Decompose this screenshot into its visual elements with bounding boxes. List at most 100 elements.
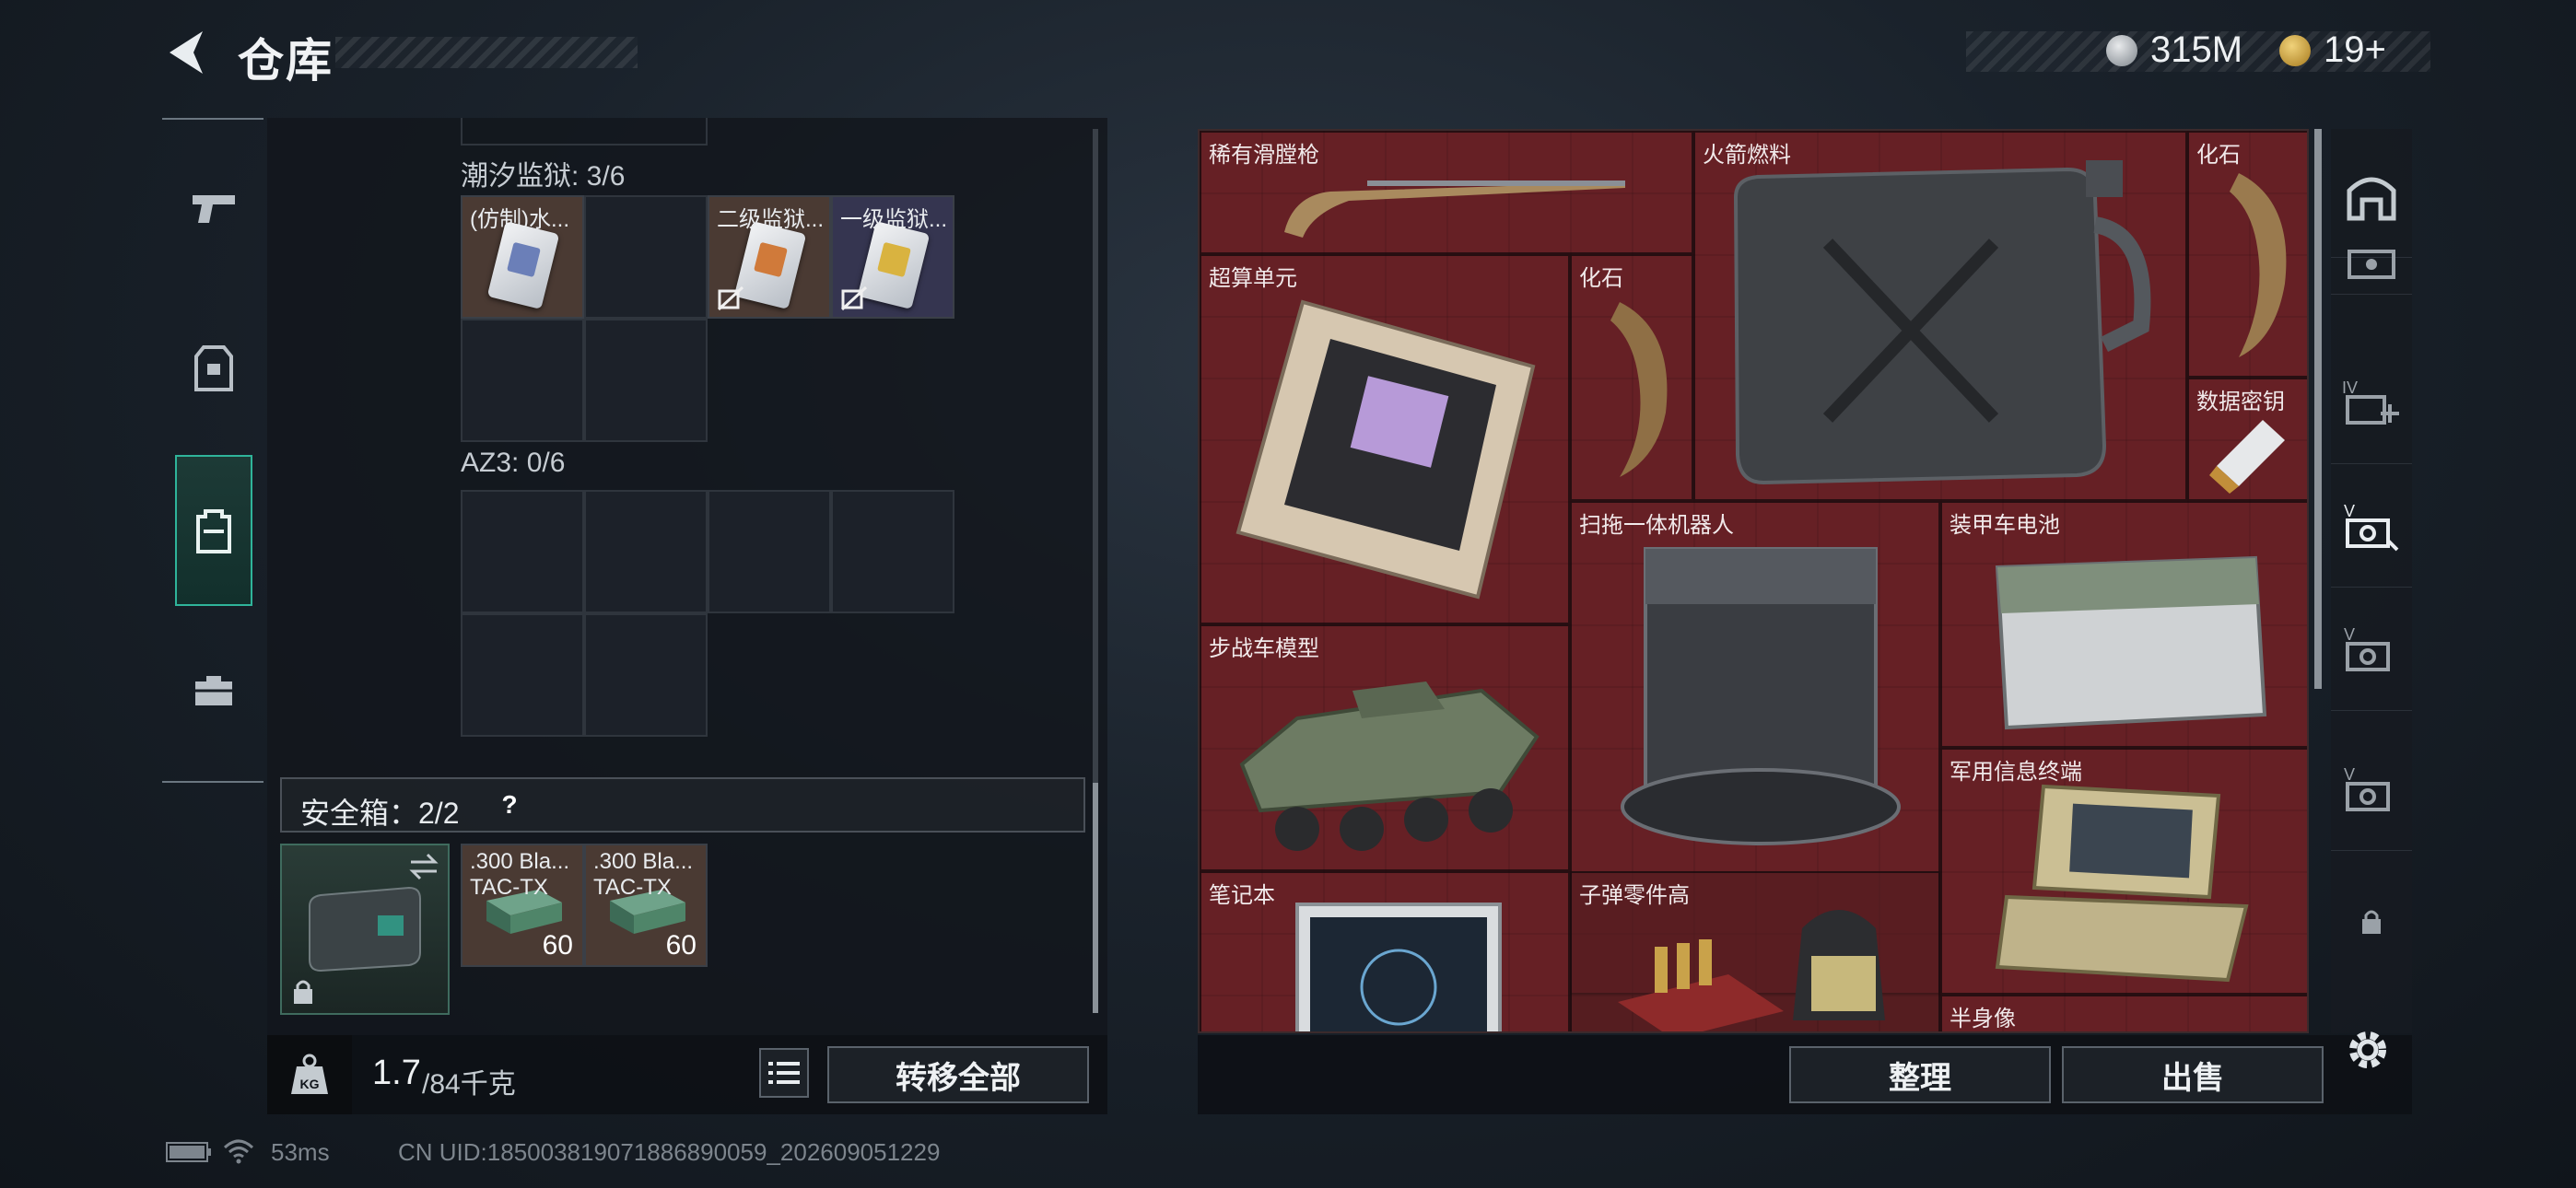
nav-armor[interactable] xyxy=(175,313,252,424)
storage-tab-2[interactable] xyxy=(2331,230,2412,295)
storage-item-ifv-model[interactable]: 步战车模型 xyxy=(1200,624,1570,871)
sell-button[interactable]: 出售 xyxy=(2062,1046,2324,1103)
inventory-item[interactable]: 一级监狱... xyxy=(831,195,954,319)
storage-item-military-terminal[interactable]: 军用信息终端 xyxy=(1940,748,2307,995)
item-label: (仿制)水... xyxy=(470,207,569,232)
storage-box-icon: V xyxy=(2344,765,2390,811)
nav-backpack[interactable] xyxy=(175,455,252,606)
ammo-item[interactable]: .300 Bla... TAC-TX 60 xyxy=(584,844,708,967)
back-arrow-icon xyxy=(170,31,203,74)
safebox-icon xyxy=(309,886,421,973)
wifi-icon xyxy=(223,1139,254,1164)
keycard-icon xyxy=(857,220,931,310)
storage-tab-add[interactable]: IV xyxy=(2331,341,2412,464)
backpack-icon xyxy=(196,509,231,553)
empty-slot[interactable] xyxy=(584,490,708,613)
item-count: 60 xyxy=(542,930,573,961)
scroll-thumb[interactable] xyxy=(2314,129,2322,689)
battery-status-icon xyxy=(166,1142,211,1162)
weight-current: 1.7 xyxy=(372,1054,421,1092)
storage-item-vehicle-battery[interactable]: 装甲车电池 xyxy=(1940,501,2307,748)
empty-slot[interactable] xyxy=(461,613,584,737)
storage-item-fossil[interactable]: 化石 xyxy=(2187,131,2307,378)
weight-max: /84千克 xyxy=(422,1069,516,1100)
empty-slot[interactable] xyxy=(831,490,954,613)
item-label: 半身像 xyxy=(1950,1007,2016,1031)
container-label-az3: AZ3: 0/6 xyxy=(461,448,566,478)
storage-item-bullet-parts[interactable]: 子弹零件高 xyxy=(1570,871,1940,1031)
musket-icon xyxy=(1284,181,1625,238)
svg-text:V: V xyxy=(2344,625,2355,644)
battery-icon xyxy=(1995,555,2267,730)
storage-box-icon: V xyxy=(2344,502,2399,551)
storage-item-bust[interactable]: 半身像 xyxy=(1940,995,2307,1031)
inventory-item[interactable]: (仿制)水... xyxy=(461,195,584,319)
settings-button[interactable] xyxy=(2342,1024,2394,1076)
gear-icon xyxy=(2349,1031,2386,1068)
storage-scrollbar[interactable] xyxy=(2314,129,2322,689)
storage-tab-7[interactable]: V xyxy=(2331,728,2412,851)
safebox-header: 安全箱：2/2 ? xyxy=(280,777,1085,833)
item-label: 二级监狱... xyxy=(717,207,825,232)
premium-coin-icon xyxy=(2279,35,2311,66)
vest-icon xyxy=(194,345,233,391)
item-name: .300 Bla... xyxy=(593,849,694,874)
claw-fossil-icon xyxy=(1610,302,1668,477)
scroll-thumb[interactable] xyxy=(1093,783,1098,1013)
nav-weapons[interactable] xyxy=(175,153,252,263)
laptop-icon xyxy=(1295,903,1502,1031)
storage-tab-5[interactable]: V xyxy=(2331,464,2412,588)
item-sublabel: TAC-TX xyxy=(470,875,548,900)
bullet-parts-icon xyxy=(1618,910,1885,1031)
nav-case[interactable] xyxy=(175,635,252,746)
item-label: .300 Bla... TAC-TX xyxy=(470,849,569,901)
item-label: .300 Bla... TAC-TX xyxy=(593,849,693,901)
transfer-all-button[interactable]: 转移全部 xyxy=(827,1046,1089,1103)
uid-readout: CN UID:185003819071886890059_20260905122… xyxy=(398,1138,941,1166)
safebox-slot[interactable] xyxy=(280,844,450,1015)
storage-item-musket[interactable]: 稀有滑膛枪 xyxy=(1200,131,1693,254)
inventory-item[interactable]: 二级监狱... xyxy=(708,195,831,319)
storage-tab-6[interactable]: V xyxy=(2331,588,2412,711)
armored-vehicle-icon xyxy=(1239,681,1540,851)
item-name: .300 Bla... xyxy=(470,849,570,874)
item-label: 一级监狱... xyxy=(840,207,948,232)
svg-text:V: V xyxy=(2344,765,2355,784)
storage-item-notebook[interactable]: 笔记本 xyxy=(1200,871,1570,1031)
list-icon xyxy=(768,1062,800,1084)
empty-slot[interactable] xyxy=(708,490,831,613)
rugged-terminal-icon xyxy=(1995,784,2249,983)
back-button[interactable] xyxy=(162,28,210,77)
keycard-icon xyxy=(486,220,560,310)
empty-slot[interactable] xyxy=(584,195,708,319)
organize-button[interactable]: 整理 xyxy=(1789,1046,2051,1103)
empty-slot[interactable] xyxy=(461,490,584,613)
help-button[interactable]: ? xyxy=(494,788,525,821)
storage-grid: 稀有滑膛枪 火箭燃料 化石 超算单元 化石 数据密钥 扫拖一体机器人 装甲车电池… xyxy=(1198,129,2309,1033)
storage-item-rocket-fuel[interactable]: 火箭燃料 xyxy=(1693,131,2187,501)
backpack-footer: KG 1.7 /84千克 转移全部 xyxy=(267,1035,1107,1114)
pistol-icon xyxy=(193,195,235,223)
list-view-button[interactable] xyxy=(759,1048,809,1098)
backpack-scrollbar[interactable] xyxy=(1093,129,1098,1013)
empty-slot[interactable] xyxy=(584,613,708,737)
no-trade-icon xyxy=(717,285,744,311)
container-label-prison: 潮汐监狱: 3/6 xyxy=(461,161,626,192)
currency-amount: 315M xyxy=(2150,29,2243,70)
empty-slot[interactable] xyxy=(461,319,584,442)
svg-text:IV: IV xyxy=(2342,379,2358,397)
weight-icon: KG xyxy=(291,1054,328,1094)
keycard-icon xyxy=(733,220,807,310)
item-label: 笔记本 xyxy=(1209,883,1275,908)
lock-icon xyxy=(294,980,312,1004)
ammo-item[interactable]: .300 Bla... TAC-TX 60 xyxy=(461,844,584,967)
storage-item-compute-unit[interactable]: 超算单元 xyxy=(1200,254,1570,624)
empty-slot[interactable] xyxy=(584,319,708,442)
svg-text:KG: KG xyxy=(300,1077,320,1091)
swap-icon[interactable] xyxy=(407,853,440,880)
storage-item-fossil[interactable]: 化石 xyxy=(1570,254,1693,501)
storage-item-data-key[interactable]: 数据密钥 xyxy=(2187,378,2307,501)
lock-icon xyxy=(2362,910,2381,934)
storage-tab-locked[interactable] xyxy=(2331,860,2412,984)
item-label: 数据密钥 xyxy=(2196,390,2285,414)
